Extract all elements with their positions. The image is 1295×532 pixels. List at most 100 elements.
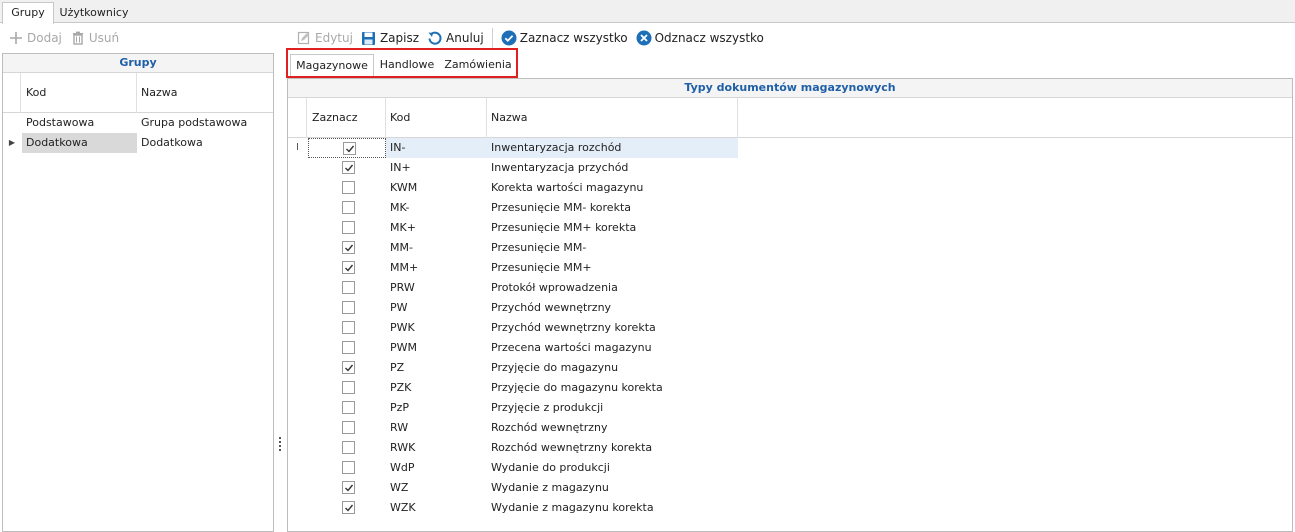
- select-checkbox[interactable]: [342, 381, 355, 394]
- cell-kod[interactable]: IN+: [386, 158, 487, 178]
- tab-zamowienia[interactable]: Zamówienia: [440, 54, 516, 76]
- table-row[interactable]: Podstawowa Grupa podstawowa: [3, 113, 273, 133]
- select-checkbox[interactable]: [342, 301, 355, 314]
- cell-kod[interactable]: RW: [386, 418, 487, 438]
- cell-nazwa[interactable]: Wydanie z magazynu korekta: [487, 498, 738, 518]
- cell-kod[interactable]: MK+: [386, 218, 487, 238]
- cell-nazwa[interactable]: Przyjęcie do magazynu korekta: [487, 378, 738, 398]
- save-button[interactable]: Zapisz: [357, 27, 423, 49]
- cell-nazwa[interactable]: Przesunięcie MM- korekta: [487, 198, 738, 218]
- table-row[interactable]: PRW Protokół wprowadzenia: [288, 278, 1292, 298]
- table-row[interactable]: I IN- Inwentaryzacja rozchód: [288, 138, 1292, 158]
- cell-nazwa[interactable]: Wydanie z magazynu: [487, 478, 738, 498]
- select-checkbox[interactable]: [342, 501, 355, 514]
- select-checkbox[interactable]: [342, 281, 355, 294]
- select-checkbox[interactable]: [342, 201, 355, 214]
- select-checkbox[interactable]: [342, 161, 355, 174]
- table-row[interactable]: MK+ Przesunięcie MM+ korekta: [288, 218, 1292, 238]
- cell-kod[interactable]: RWK: [386, 438, 487, 458]
- select-checkbox[interactable]: [342, 401, 355, 414]
- table-row[interactable]: KWM Korekta wartości magazynu: [288, 178, 1292, 198]
- cell-kod[interactable]: KWM: [386, 178, 487, 198]
- table-row[interactable]: PZK Przyjęcie do magazynu korekta: [288, 378, 1292, 398]
- cell-kod[interactable]: MM-: [386, 238, 487, 258]
- select-checkbox[interactable]: [342, 181, 355, 194]
- cell-kod[interactable]: Dodatkowa: [22, 133, 137, 153]
- table-row[interactable]: MK- Przesunięcie MM- korekta: [288, 198, 1292, 218]
- column-header-zaznacz[interactable]: Zaznacz: [308, 98, 386, 138]
- select-checkbox[interactable]: [342, 481, 355, 494]
- cell-nazwa[interactable]: Przesunięcie MM+ korekta: [487, 218, 738, 238]
- select-checkbox[interactable]: [342, 461, 355, 474]
- table-row[interactable]: PZ Przyjęcie do magazynu: [288, 358, 1292, 378]
- select-checkbox[interactable]: [342, 221, 355, 234]
- cell-kod[interactable]: PzP: [386, 398, 487, 418]
- table-row[interactable]: RW Rozchód wewnętrzny: [288, 418, 1292, 438]
- cell-nazwa[interactable]: Rozchód wewnętrzny: [487, 418, 738, 438]
- select-checkbox[interactable]: [342, 321, 355, 334]
- cell-nazwa[interactable]: Przesunięcie MM+: [487, 258, 738, 278]
- cell-kod[interactable]: Podstawowa: [22, 113, 137, 133]
- cell-kod[interactable]: PZ: [386, 358, 487, 378]
- cell-kod[interactable]: MK-: [386, 198, 487, 218]
- cancel-button[interactable]: Anuluj: [423, 27, 488, 49]
- cell-nazwa[interactable]: Przychód wewnętrzny korekta: [487, 318, 738, 338]
- select-checkbox[interactable]: [342, 241, 355, 254]
- cell-nazwa[interactable]: Przesunięcie MM-: [487, 238, 738, 258]
- table-row[interactable]: WdP Wydanie do produkcji: [288, 458, 1292, 478]
- cell-kod[interactable]: PWM: [386, 338, 487, 358]
- table-row[interactable]: PzP Przyjęcie z produkcji: [288, 398, 1292, 418]
- cell-kod[interactable]: PW: [386, 298, 487, 318]
- cell-kod[interactable]: PZK: [386, 378, 487, 398]
- cell-nazwa[interactable]: Wydanie do produkcji: [487, 458, 738, 478]
- select-checkbox[interactable]: [342, 361, 355, 374]
- tab-grupy[interactable]: Grupy: [2, 2, 54, 24]
- cell-nazwa[interactable]: Dodatkowa: [137, 133, 273, 153]
- tab-uzytkownicy[interactable]: Użytkownicy: [54, 2, 134, 23]
- tab-handlowe[interactable]: Handlowe: [376, 54, 438, 76]
- table-row[interactable]: WZ Wydanie z magazynu: [288, 478, 1292, 498]
- cell-kod[interactable]: MM+: [386, 258, 487, 278]
- column-header-nazwa[interactable]: Nazwa: [137, 73, 273, 113]
- table-row[interactable]: MM+ Przesunięcie MM+: [288, 258, 1292, 278]
- select-checkbox[interactable]: [342, 441, 355, 454]
- tab-magazynowe[interactable]: Magazynowe: [290, 54, 374, 76]
- cell-nazwa[interactable]: Przecena wartości magazynu: [487, 338, 738, 358]
- table-row[interactable]: PWK Przychód wewnętrzny korekta: [288, 318, 1292, 338]
- cell-kod[interactable]: WdP: [386, 458, 487, 478]
- column-header-kod[interactable]: Kod: [386, 98, 487, 138]
- column-header-nazwa[interactable]: Nazwa: [487, 98, 738, 138]
- cell-kod[interactable]: IN-: [386, 138, 487, 158]
- cell-nazwa[interactable]: Przyjęcie do magazynu: [487, 358, 738, 378]
- cell-nazwa[interactable]: Przyjęcie z produkcji: [487, 398, 738, 418]
- cell-nazwa[interactable]: Inwentaryzacja rozchód: [487, 138, 738, 158]
- table-row[interactable]: ▶ Dodatkowa Dodatkowa: [3, 133, 273, 153]
- cell-nazwa[interactable]: Inwentaryzacja przychód: [487, 158, 738, 178]
- panel-splitter[interactable]: [276, 53, 284, 532]
- select-all-button[interactable]: Zaznacz wszystko: [497, 27, 632, 49]
- cell-nazwa[interactable]: Rozchód wewnętrzny korekta: [487, 438, 738, 458]
- table-row[interactable]: WZK Wydanie z magazynu korekta: [288, 498, 1292, 518]
- table-row[interactable]: PWM Przecena wartości magazynu: [288, 338, 1292, 358]
- cell-kod[interactable]: WZK: [386, 498, 487, 518]
- cell-nazwa[interactable]: Korekta wartości magazynu: [487, 178, 738, 198]
- cell-nazwa[interactable]: Grupa podstawowa: [137, 113, 273, 133]
- cell-nazwa[interactable]: Protokół wprowadzenia: [487, 278, 738, 298]
- table-row[interactable]: RWK Rozchód wewnętrzny korekta: [288, 438, 1292, 458]
- cell-kod[interactable]: PWK: [386, 318, 487, 338]
- table-row[interactable]: IN+ Inwentaryzacja przychód: [288, 158, 1292, 178]
- column-header-kod[interactable]: Kod: [22, 73, 137, 113]
- select-checkbox[interactable]: [342, 421, 355, 434]
- select-checkbox[interactable]: [342, 341, 355, 354]
- select-checkbox[interactable]: [342, 261, 355, 274]
- edit-button[interactable]: Edytuj: [292, 27, 357, 49]
- table-row[interactable]: PW Przychód wewnętrzny: [288, 298, 1292, 318]
- cell-kod[interactable]: PRW: [386, 278, 487, 298]
- cell-nazwa[interactable]: Przychód wewnętrzny: [487, 298, 738, 318]
- select-checkbox[interactable]: [343, 142, 356, 155]
- cell-kod[interactable]: WZ: [386, 478, 487, 498]
- remove-button[interactable]: Usuń: [66, 27, 123, 49]
- table-row[interactable]: MM- Przesunięcie MM-: [288, 238, 1292, 258]
- add-button[interactable]: Dodaj: [4, 27, 66, 49]
- deselect-all-button[interactable]: Odznacz wszystko: [632, 27, 768, 49]
